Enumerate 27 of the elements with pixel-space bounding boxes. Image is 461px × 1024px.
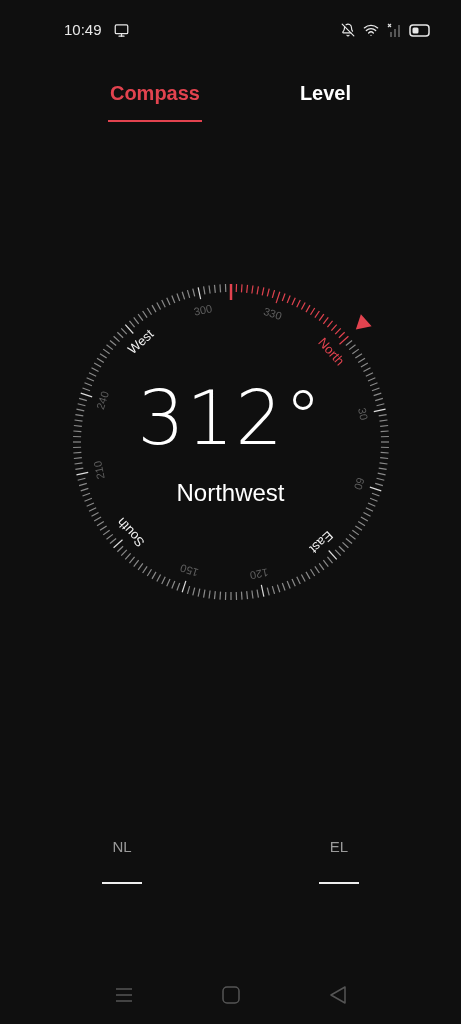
degree-label: 300 (192, 302, 213, 318)
battery-icon (409, 23, 431, 37)
degree-label: 210 (90, 459, 107, 481)
degree-label: 240 (93, 389, 111, 411)
screen-icon (113, 22, 129, 38)
tab[interactable]: Compass (107, 78, 202, 122)
cardinal-label: East (306, 528, 336, 557)
bell-off-icon (341, 23, 355, 37)
signal-icon (387, 23, 401, 37)
readout-value: —— (319, 870, 359, 891)
north-marker-icon (355, 314, 372, 330)
readout-value: —— (102, 870, 142, 891)
home-icon[interactable] (221, 986, 240, 1004)
degree-label: 330 (261, 305, 283, 323)
degree-label: 30 (355, 406, 370, 422)
readout-label: EL (329, 837, 349, 857)
direction-label: Northwest (176, 478, 285, 508)
back-icon[interactable] (328, 986, 347, 1004)
readout-label: NL (112, 837, 132, 857)
wifi-icon (363, 22, 379, 38)
tab[interactable]: Level (297, 78, 354, 122)
status-time: 10:49 (64, 19, 102, 40)
degree-label: 60 (351, 476, 367, 492)
degree-label: 150 (178, 561, 200, 579)
menu-icon[interactable] (114, 987, 133, 1003)
heading-value: 312° (137, 381, 324, 455)
degree-label: 120 (248, 566, 269, 582)
